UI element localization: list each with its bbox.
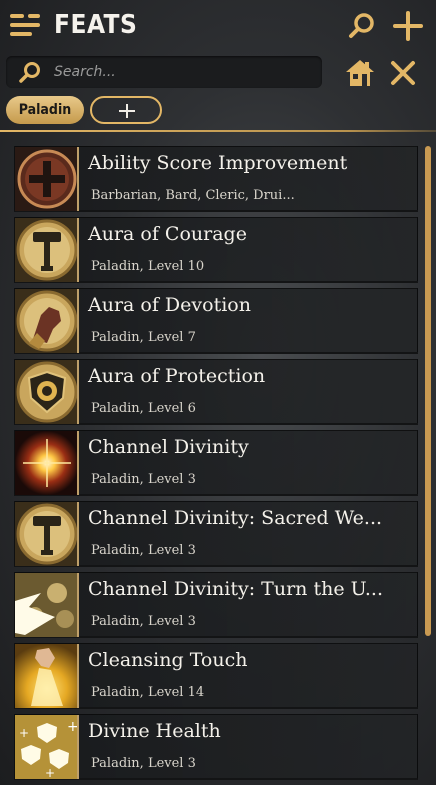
feat-classes: Barbarian, Bard, Cleric, Drui...: [91, 188, 295, 203]
feat-name: Channel Divinity: Sacred We...: [88, 507, 383, 529]
shields-cross-icon: + + +: [15, 715, 79, 779]
feat-row[interactable]: Ability Score Improvement Barbarian, Bar…: [14, 146, 418, 212]
feat-classes: Paladin, Level 3: [91, 614, 196, 629]
page-title: FEATS: [54, 10, 138, 40]
feat-name: Cleansing Touch: [88, 649, 248, 671]
glowing-hand-icon: [15, 644, 79, 708]
feat-name: Aura of Courage: [88, 223, 247, 245]
search-field[interactable]: [6, 56, 322, 88]
feat-classes: Paladin, Level 6: [91, 401, 196, 416]
feat-row[interactable]: Aura of Devotion Paladin, Level 7: [14, 288, 418, 354]
app-header: FEATS: [0, 0, 436, 52]
scrollbar[interactable]: [425, 146, 431, 636]
svg-text:+: +: [45, 766, 55, 779]
filter-chip-paladin[interactable]: Paladin: [6, 96, 84, 124]
svg-text:+: +: [67, 719, 79, 735]
feat-row[interactable]: Aura of Courage Paladin, Level 10: [14, 217, 418, 283]
feat-classes: Paladin, Level 7: [91, 330, 196, 345]
search-input[interactable]: [54, 60, 304, 84]
feat-classes: Paladin, Level 3: [91, 543, 196, 558]
feat-row[interactable]: Aura of Protection Paladin, Level 6: [14, 359, 418, 425]
feat-classes: Paladin, Level 14: [91, 685, 205, 700]
plus-icon: [119, 104, 135, 118]
feat-row[interactable]: Channel Divinity Paladin, Level 3: [14, 430, 418, 496]
feat-name: Aura of Devotion: [88, 294, 251, 316]
feat-classes: Paladin, Level 3: [91, 756, 196, 771]
feat-name: Channel Divinity: Turn the U...: [88, 578, 383, 600]
turn-undead-icon: [15, 573, 79, 637]
divider: [0, 130, 436, 132]
feat-row[interactable]: Channel Divinity: Sacred We... Paladin, …: [14, 501, 418, 567]
gauntlet-emblem-icon: [15, 289, 79, 353]
search-icon: [19, 62, 40, 83]
feat-row[interactable]: + + + Divine Health Paladin, Level 3: [14, 714, 418, 780]
home-icon[interactable]: [344, 58, 376, 88]
feat-name: Divine Health: [88, 720, 221, 742]
feat-name: Channel Divinity: [88, 436, 249, 458]
feat-name: Ability Score Improvement: [88, 152, 348, 174]
radiant-burst-icon: [15, 431, 79, 495]
plus-emblem-icon: [15, 147, 79, 211]
search-icon[interactable]: [348, 12, 376, 40]
feat-name: Aura of Protection: [88, 365, 266, 387]
feat-classes: Paladin, Level 3: [91, 472, 196, 487]
menu-icon[interactable]: [10, 14, 40, 36]
feat-classes: Paladin, Level 10: [91, 259, 205, 274]
hammer-emblem-icon: [15, 502, 79, 566]
lion-shield-icon: [15, 360, 79, 424]
hammer-emblem-icon: [15, 218, 79, 282]
add-filter-button[interactable]: [90, 96, 162, 124]
feat-row[interactable]: Cleansing Touch Paladin, Level 14: [14, 643, 418, 709]
close-icon[interactable]: [390, 60, 416, 86]
add-icon[interactable]: [392, 10, 424, 42]
feat-row[interactable]: Channel Divinity: Turn the U... Paladin,…: [14, 572, 418, 638]
svg-text:+: +: [19, 726, 29, 740]
